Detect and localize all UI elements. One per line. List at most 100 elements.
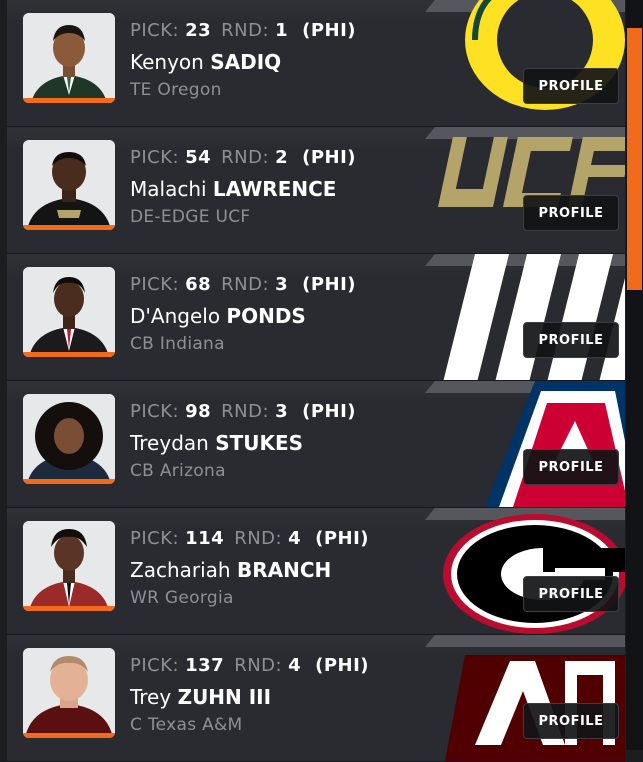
round-label: RND: [221, 20, 270, 41]
draft-pick-row[interactable]: PICK: 137 RND: 4 (PHI) Trey ZUHN III C Texas… [7, 635, 625, 762]
pick-label: PICK: [130, 655, 180, 676]
player-photo [23, 13, 115, 103]
pick-info: PICK: 68 RND: 3 (PHI) D'Angelo PONDS CB Indi… [130, 274, 356, 354]
player-last-name: STUKES [215, 431, 304, 455]
profile-button[interactable]: PROFILE [523, 703, 619, 739]
player-headshot-image [23, 267, 115, 357]
player-last-name: ZUHN III [177, 685, 272, 709]
pick-round-line: PICK: 54 RND: 2 (PHI) [130, 147, 356, 173]
profile-button[interactable]: PROFILE [523, 449, 619, 485]
player-first-name: Zachariah [130, 558, 231, 582]
pick-label: PICK: [130, 401, 180, 422]
player-name: Trey ZUHN III [130, 685, 369, 709]
oregon-logo-icon [415, 0, 625, 126]
round-label: RND: [221, 274, 270, 295]
team-code: (PHI) [302, 401, 357, 422]
photo-accent-bar [23, 606, 115, 611]
team-code: (PHI) [302, 20, 357, 41]
player-photo [23, 521, 115, 611]
team-code: (PHI) [302, 147, 357, 168]
pick-info: PICK: 54 RND: 2 (PHI) Malachi LAWRENCE DE-ED… [130, 147, 356, 227]
player-name: Treydan STUKES [130, 431, 356, 455]
pick-number: 114 [185, 528, 225, 549]
team-code: (PHI) [315, 528, 370, 549]
indiana-logo-icon [415, 254, 625, 380]
player-headshot-image [23, 13, 115, 103]
player-last-name: LAWRENCE [212, 177, 337, 201]
round-label: RND: [221, 401, 270, 422]
pick-info: PICK: 114 RND: 4 (PHI) Zachariah BRANCH WR G… [130, 528, 369, 608]
player-position-school: CB Arizona [130, 461, 226, 481]
pick-info: PICK: 23 RND: 1 (PHI) Kenyon SADIQ TE Oregon [130, 20, 356, 100]
player-position-school: TE Oregon [130, 80, 222, 100]
round-number: 4 [288, 528, 302, 549]
pick-number: 54 [185, 147, 212, 168]
photo-accent-bar [23, 352, 115, 357]
player-last-name: SADIQ [210, 50, 282, 74]
pick-number: 98 [185, 401, 212, 422]
team-code: (PHI) [302, 274, 357, 295]
player-position-school: WR Georgia [130, 588, 234, 608]
player-position-school: C Texas A&M [130, 715, 243, 735]
round-number: 3 [275, 274, 289, 295]
pick-label: PICK: [130, 528, 180, 549]
player-name: Kenyon SADIQ [130, 50, 356, 74]
photo-accent-bar [23, 98, 115, 103]
player-photo [23, 648, 115, 738]
pick-number: 137 [185, 655, 225, 676]
draft-pick-row[interactable]: PICK: 54 RND: 2 (PHI) Malachi LAWRENCE DE-ED… [7, 127, 625, 254]
scrollbar-thumb[interactable] [627, 28, 642, 290]
player-name: Zachariah BRANCH [130, 558, 369, 582]
round-label: RND: [221, 147, 270, 168]
texas-am-logo-icon [415, 635, 625, 761]
ucf-logo-icon [415, 127, 625, 253]
player-name: Malachi LAWRENCE [130, 177, 356, 201]
player-position-school: CB Indiana [130, 334, 225, 354]
player-last-name: PONDS [226, 304, 306, 328]
player-first-name: Malachi [130, 177, 207, 201]
pick-label: PICK: [130, 147, 180, 168]
pick-label: PICK: [130, 20, 180, 41]
player-photo [23, 140, 115, 230]
pick-round-line: PICK: 137 RND: 4 (PHI) [130, 655, 369, 681]
player-first-name: Treydan [130, 431, 209, 455]
player-headshot-image [23, 648, 115, 738]
pick-round-line: PICK: 114 RND: 4 (PHI) [130, 528, 369, 554]
pick-info: PICK: 98 RND: 3 (PHI) Treydan STUKES CB Ariz… [130, 401, 356, 481]
player-headshot-image [23, 140, 115, 230]
player-last-name: BRANCH [236, 558, 332, 582]
player-headshot-image [23, 394, 115, 484]
profile-button[interactable]: PROFILE [523, 195, 619, 231]
player-photo [23, 267, 115, 357]
profile-button[interactable]: PROFILE [523, 576, 619, 612]
draft-picks-list: PICK: 23 RND: 1 (PHI) Kenyon SADIQ TE Oregon… [7, 0, 625, 762]
photo-accent-bar [23, 733, 115, 738]
round-number: 1 [275, 20, 289, 41]
player-position-school: DE-EDGE UCF [130, 207, 251, 227]
profile-button[interactable]: PROFILE [523, 322, 619, 358]
player-photo [23, 394, 115, 484]
pick-number: 23 [185, 20, 212, 41]
round-label: RND: [234, 655, 283, 676]
team-code: (PHI) [315, 655, 370, 676]
pick-round-line: PICK: 23 RND: 1 (PHI) [130, 20, 356, 46]
player-headshot-image [23, 521, 115, 611]
profile-button[interactable]: PROFILE [523, 68, 619, 104]
photo-accent-bar [23, 225, 115, 230]
draft-pick-row[interactable]: PICK: 98 RND: 3 (PHI) Treydan STUKES CB Ariz… [7, 381, 625, 508]
player-name: D'Angelo PONDS [130, 304, 356, 328]
arizona-logo-icon [415, 381, 625, 507]
georgia-logo-icon [415, 508, 625, 634]
draft-pick-row[interactable]: PICK: 114 RND: 4 (PHI) Zachariah BRANCH WR G… [7, 508, 625, 635]
round-label: RND: [234, 528, 283, 549]
pick-label: PICK: [130, 274, 180, 295]
round-number: 3 [275, 401, 289, 422]
draft-pick-row[interactable]: PICK: 68 RND: 3 (PHI) D'Angelo PONDS CB Indi… [7, 254, 625, 381]
draft-pick-row[interactable]: PICK: 23 RND: 1 (PHI) Kenyon SADIQ TE Oregon… [7, 0, 625, 127]
round-number: 4 [288, 655, 302, 676]
pick-info: PICK: 137 RND: 4 (PHI) Trey ZUHN III C Texas… [130, 655, 369, 735]
player-first-name: Trey [130, 685, 172, 709]
player-first-name: Kenyon [130, 50, 204, 74]
pick-number: 68 [185, 274, 212, 295]
pick-round-line: PICK: 98 RND: 3 (PHI) [130, 401, 356, 427]
